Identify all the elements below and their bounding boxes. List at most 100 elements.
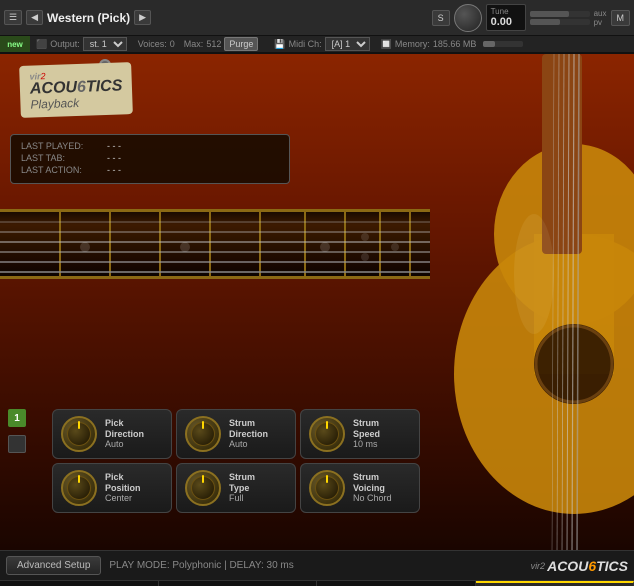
vir2-logo-bottom: vir2 ACOU6TICS — [531, 558, 628, 574]
pan-fill — [530, 19, 560, 25]
pick-position-label: Pick Position Center — [105, 472, 141, 504]
pick-position-title1: Pick — [105, 472, 141, 483]
strum-direction-title2: Direction — [229, 429, 268, 440]
m-badge[interactable]: M — [611, 10, 631, 26]
knob-inner5 — [191, 476, 215, 500]
info-box: LAST PLAYED: - - - LAST TAB: - - - LAST … — [10, 134, 290, 184]
last-tab-row: LAST TAB: - - - — [21, 153, 279, 163]
strum-speed-value: 10 ms — [353, 439, 380, 450]
s-badge[interactable]: S — [432, 10, 450, 26]
max-label: Max: — [184, 39, 204, 49]
instrument-title: Western (Pick) — [47, 11, 130, 25]
strum-voicing-label: Strum Voicing No Chord — [353, 472, 392, 504]
left-controls: 1 — [8, 409, 26, 453]
kontakt-subheader: new ⬛ Output: st. 1 Voices: 0 Max: 512 P… — [0, 36, 634, 54]
tab-playback[interactable]: PLAYBACK — [476, 581, 634, 586]
last-played-row: LAST PLAYED: - - - — [21, 141, 279, 151]
header-left: ☰ ◀ Western (Pick) ▶ — [0, 10, 428, 25]
strum-type-value: Full — [229, 493, 255, 504]
kontakt-header: ☰ ◀ Western (Pick) ▶ S Tune 0.00 — [0, 0, 634, 36]
pick-position-value: Center — [105, 493, 141, 504]
tab-mics-fx[interactable]: MICS & FX — [0, 581, 159, 586]
last-tab-value: - - - — [107, 153, 121, 163]
knob-grid: Pick Direction Auto Strum Direction Auto — [52, 409, 420, 513]
knob-cell-pick-direction: Pick Direction Auto — [52, 409, 172, 459]
output-icon: ⬛ — [36, 39, 47, 50]
knob-inner4 — [67, 476, 91, 500]
last-played-label: LAST PLAYED: — [21, 141, 101, 151]
strum-type-title2: Type — [229, 483, 255, 494]
knob-cell-strum-voicing: Strum Voicing No Chord — [300, 463, 420, 513]
bottom-bar: Advanced Setup PLAY MODE: Polyphonic | D… — [0, 550, 634, 580]
last-action-value: - - - — [107, 165, 121, 175]
strum-speed-knob[interactable] — [309, 416, 345, 452]
number-badge: 1 — [8, 409, 26, 427]
menu-button[interactable]: ☰ — [4, 10, 22, 25]
tuner-display: Tune 0.00 — [486, 4, 526, 31]
strum-voicing-value: No Chord — [353, 493, 392, 504]
last-tab-label: LAST TAB: — [21, 153, 101, 163]
strum-direction-label: Strum Direction Auto — [229, 418, 268, 450]
voices-value: 0 — [170, 39, 175, 49]
output-section: ⬛ Output: st. 1 Voices: 0 Max: 512 Purge — [36, 37, 258, 51]
knob-cell-pick-position: Pick Position Center — [52, 463, 172, 513]
extra-badge — [8, 435, 26, 453]
nav-forward[interactable]: ▶ — [134, 10, 151, 25]
logo-playback: Playback — [30, 94, 123, 111]
main-content: vir2 ACOU6TICS Playback LAST PLAYED: - -… — [0, 54, 634, 550]
menu-icon: ☰ — [9, 12, 17, 23]
aux-pv-labels: aux pv — [594, 9, 607, 27]
pick-position-title2: Position — [105, 483, 141, 494]
knob-cell-strum-direction: Strum Direction Auto — [176, 409, 296, 459]
strum-speed-title1: Strum — [353, 418, 380, 429]
strum-type-label: Strum Type Full — [229, 472, 255, 504]
tab-keyswitches[interactable]: KEYSWITCHES — [317, 581, 476, 586]
strum-speed-title2: Speed — [353, 429, 380, 440]
nav-back[interactable]: ◀ — [26, 10, 43, 25]
fretboard-svg — [0, 212, 430, 279]
bottom-vir2: vir2 — [531, 561, 546, 571]
midi-label: Midi Ch: — [289, 39, 322, 49]
vol-pan-section — [530, 11, 590, 25]
purge-button[interactable]: Purge — [224, 37, 258, 51]
tuner-knob[interactable] — [454, 4, 482, 32]
output-select[interactable]: st. 1 — [83, 37, 127, 51]
memory-field: 💾 Midi Ch: [A] 1 🔲 Memory: 185.66 MB — [274, 37, 523, 51]
knob-inner6 — [315, 476, 339, 500]
strum-type-knob[interactable] — [185, 470, 221, 506]
strum-voicing-knob[interactable] — [309, 470, 345, 506]
header-right: S Tune 0.00 aux pv — [428, 4, 634, 32]
output-label: Output: — [50, 39, 80, 49]
memory-icon2: 🔲 — [381, 39, 392, 50]
fretboard — [0, 209, 430, 279]
volume-bar[interactable] — [530, 11, 590, 17]
strum-voicing-title2: Voicing — [353, 483, 392, 494]
app-container: ☰ ◀ Western (Pick) ▶ S Tune 0.00 — [0, 0, 634, 586]
strum-direction-knob[interactable] — [185, 416, 221, 452]
strum-type-title1: Strum — [229, 472, 255, 483]
pick-direction-label: Pick Direction Auto — [105, 418, 144, 450]
memory-icon: 💾 — [274, 39, 285, 50]
new-button[interactable]: new — [0, 36, 30, 52]
output-field: ⬛ Output: st. 1 Voices: 0 Max: 512 Purge — [36, 37, 258, 51]
memory-bar — [483, 41, 523, 47]
aux-label: aux — [594, 9, 607, 18]
play-mode-info: PLAY MODE: Polyphonic | DELAY: 30 ms — [109, 560, 522, 571]
pan-bar[interactable] — [530, 19, 590, 25]
tab-chords[interactable]: CHORDS — [159, 581, 318, 586]
advanced-setup-button[interactable]: Advanced Setup — [6, 556, 101, 575]
voices-label: Voices: — [138, 39, 167, 49]
knob-cell-strum-type: Strum Type Full — [176, 463, 296, 513]
bottom-acou6tics: ACOU6TICS — [547, 558, 628, 574]
pick-position-knob[interactable] — [61, 470, 97, 506]
logo-acoustics: ACOU6TICS — [30, 78, 123, 97]
pick-direction-knob[interactable] — [61, 416, 97, 452]
last-action-label: LAST ACTION: — [21, 165, 101, 175]
pv-label: pv — [594, 18, 607, 27]
tabs-bar: MICS & FX CHORDS KEYSWITCHES PLAYBACK — [0, 580, 634, 586]
tune-label: Tune — [491, 7, 521, 16]
memory-fill — [483, 41, 495, 47]
logo-area: vir2 ACOU6TICS Playback — [20, 64, 190, 124]
midi-select[interactable]: [A] 1 — [325, 37, 370, 51]
memory-value: 185.66 MB — [433, 39, 477, 49]
